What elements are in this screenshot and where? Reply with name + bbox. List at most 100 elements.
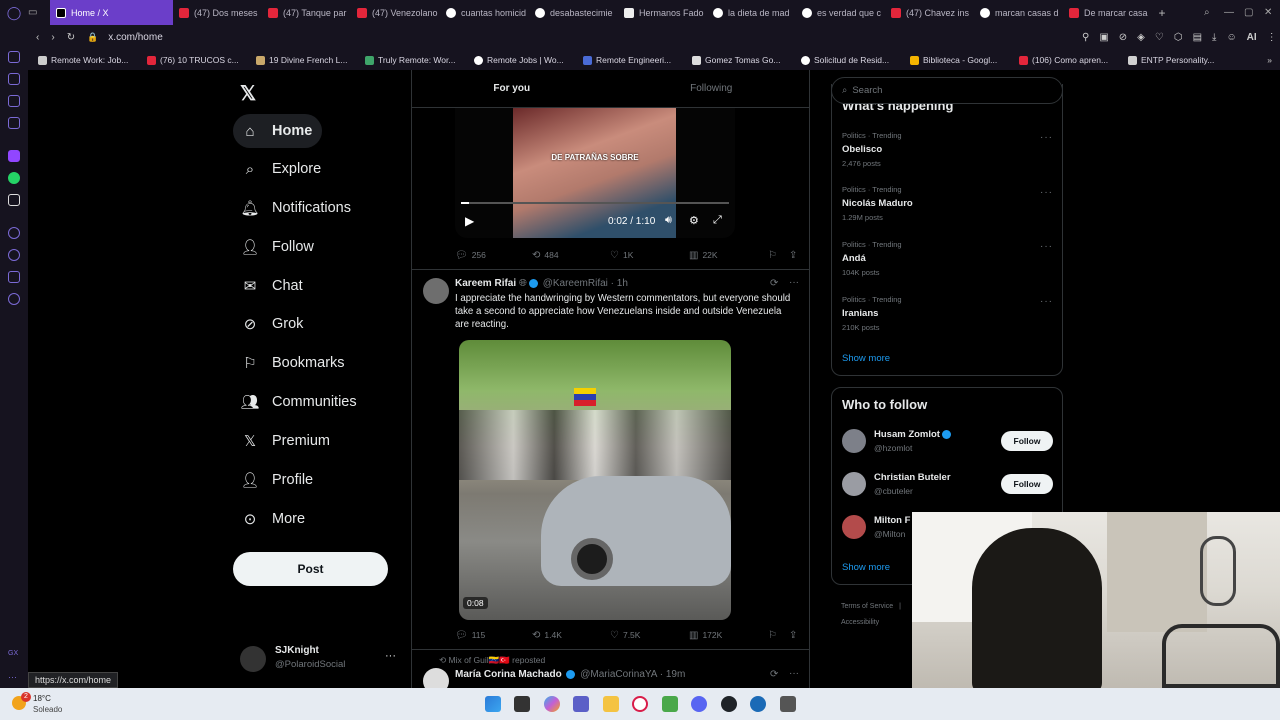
nav-communities[interactable]: 👥︎ Communities [233, 385, 367, 419]
adblock-icon[interactable]: ⊘ [1119, 32, 1127, 43]
terms-link[interactable]: Terms of Service [841, 603, 893, 610]
download-icon[interactable]: ⤓ [1212, 32, 1216, 43]
bookmark[interactable]: Remote Jobs | Wo... [470, 55, 575, 65]
like-button[interactable]: ♡ 1K [610, 250, 633, 261]
bookmarks-more-icon[interactable]: » [1267, 55, 1272, 65]
copilot-icon[interactable] [544, 696, 560, 712]
more-icon[interactable]: ··· [385, 650, 396, 662]
reply-button[interactable]: 💬︎ 115 [455, 630, 485, 641]
extensions-icon[interactable]: ⬡ [1174, 32, 1183, 43]
nav-premium[interactable]: 𝕏 Premium [233, 424, 340, 458]
bookmark[interactable]: Gomez Tomas Go... [688, 55, 793, 65]
close-window-icon[interactable]: ✕ [1264, 7, 1272, 18]
volume-icon[interactable]: 🔊︎ [665, 214, 672, 227]
maximize-icon[interactable]: ▢ [1244, 7, 1253, 18]
start-icon[interactable] [485, 696, 501, 712]
tab[interactable]: (47) Dos meses [173, 0, 262, 25]
play-icon[interactable]: ▶ [465, 214, 474, 228]
task-view-icon[interactable] [514, 696, 530, 712]
fullscreen-icon[interactable]: ⤢ [713, 214, 722, 227]
grok-explain-icon[interactable]: ⟳ [770, 669, 778, 680]
settings-icon[interactable] [8, 293, 20, 305]
repost-button[interactable]: ⟲ 1.4K [532, 630, 562, 641]
trend-item[interactable]: Politics · Trending Nicolás Maduro 1.29M… [842, 185, 913, 222]
post-age[interactable]: · 19m [660, 669, 686, 680]
more-icon[interactable]: ··· [1040, 187, 1053, 198]
tab-for-you[interactable]: For you [412, 70, 612, 107]
discord-icon[interactable] [691, 696, 707, 712]
steam-icon[interactable] [750, 696, 766, 712]
more-icon[interactable]: ··· [789, 668, 799, 679]
trend-item[interactable]: Politics · Trending Iranians 210K posts [842, 295, 902, 332]
tab[interactable]: marcan casas d [974, 0, 1063, 25]
nav-follow[interactable]: 👤︎ Follow [233, 230, 324, 264]
account-icon[interactable]: ☺ [1226, 32, 1236, 43]
video-player[interactable]: 0:08 [459, 340, 731, 620]
pinboard-icon[interactable] [8, 271, 20, 283]
trend-item[interactable]: Politics · Trending Andá 104K posts [842, 240, 902, 277]
bookmark-button[interactable]: ⚐ [768, 250, 777, 261]
aria-icon[interactable] [8, 51, 20, 63]
bookmark-button[interactable]: ⚐ [768, 630, 777, 641]
notes-app-icon[interactable] [662, 696, 678, 712]
snapshot-icon[interactable]: ▣ [1099, 32, 1108, 43]
tab[interactable]: la dieta de mad [707, 0, 796, 25]
bookmark[interactable]: 19 Divine French L... [252, 55, 357, 65]
nav-grok[interactable]: ⊘ Grok [233, 307, 313, 341]
bookmark[interactable]: Truly Remote: Wor... [361, 55, 466, 65]
reload-icon[interactable]: ↻ [67, 32, 75, 43]
new-tab-button[interactable]: + [1152, 6, 1172, 20]
reply-button[interactable]: 💬︎ 256 [455, 250, 486, 261]
twitch-icon[interactable] [8, 150, 20, 162]
follow-suggestion[interactable]: Milton F @Milton [842, 515, 910, 539]
sidebar-app-icon[interactable] [8, 117, 20, 129]
bookmark[interactable]: Biblioteca - Googl... [906, 55, 1011, 65]
vpn-icon[interactable]: ◈ [1137, 32, 1145, 43]
tab-home-x[interactable]: Home / X [50, 0, 173, 25]
author-name[interactable]: Kareem Rifai [455, 278, 516, 289]
tab[interactable]: desabastecimie [529, 0, 618, 25]
settings-icon[interactable]: ⚙ [689, 214, 699, 227]
weather-widget[interactable]: 2 18°C Soleado [12, 692, 72, 716]
calculator-icon[interactable] [780, 696, 796, 712]
nav-more[interactable]: ⊙ More [233, 502, 315, 536]
search-tabs-icon[interactable]: ⌕ [1204, 7, 1210, 18]
heart-icon[interactable]: ♡ [1155, 32, 1164, 43]
menu-icon[interactable]: ⋮ [1267, 32, 1277, 43]
bookmark[interactable]: ENTP Personality... [1124, 55, 1229, 65]
accessibility-link[interactable]: Accessibility [841, 619, 879, 626]
repost-indicator[interactable]: ⟲ Mix of Guil🇻🇪🇹🇷 reposted [439, 655, 545, 666]
author-handle[interactable]: @MariaCorinaYA [580, 669, 657, 680]
opera-gx-icon[interactable] [632, 696, 648, 712]
follow-suggestion[interactable]: Husam Zomlot @hzomlot [842, 429, 953, 453]
grok-explain-icon[interactable]: ⟳ [770, 278, 778, 289]
tab[interactable]: es verdad que c [796, 0, 885, 25]
minimize-icon[interactable]: — [1224, 7, 1234, 18]
bookmark[interactable]: (106) Como apren... [1015, 55, 1120, 65]
teams-icon[interactable] [573, 696, 589, 712]
site-info-icon[interactable]: 🔒 [87, 32, 98, 43]
x-sidebar-icon[interactable] [8, 194, 20, 206]
repost-button[interactable]: ⟲ 484 [532, 250, 559, 261]
tab[interactable]: (47) Venezolano [351, 0, 440, 25]
gx-icon[interactable]: GX [8, 650, 20, 662]
video-player[interactable]: DE PATRAÑAS SOBRE ▶ 0:02 / 1:10 🔊︎ ⚙ ⤢ [455, 108, 735, 238]
bookmark[interactable]: Remote Work: Job... [34, 55, 139, 65]
tab[interactable]: cuantas homicid [440, 0, 529, 25]
avatar[interactable] [423, 278, 449, 304]
post-button[interactable]: Post [233, 552, 388, 586]
show-more-link[interactable]: Show more [842, 353, 890, 364]
author-handle[interactable]: @KareemRifai [543, 278, 608, 289]
more-icon[interactable]: ··· [789, 277, 799, 288]
wallet-icon[interactable]: ▤ [1193, 32, 1202, 43]
show-more-link[interactable]: Show more [842, 562, 890, 573]
tab-menu-icon[interactable]: ▭ [28, 7, 50, 18]
author-name[interactable]: María Corina Machado [455, 669, 562, 680]
sidebar-more-icon[interactable]: ··· [8, 672, 20, 684]
opera-logo-icon[interactable]: ◯ [0, 5, 28, 21]
url-field[interactable]: x.com/home [108, 32, 162, 43]
video-progress[interactable] [461, 202, 729, 204]
sidebar-app-icon[interactable] [8, 95, 20, 107]
follow-button[interactable]: Follow [1001, 474, 1053, 494]
github-icon[interactable] [721, 696, 737, 712]
